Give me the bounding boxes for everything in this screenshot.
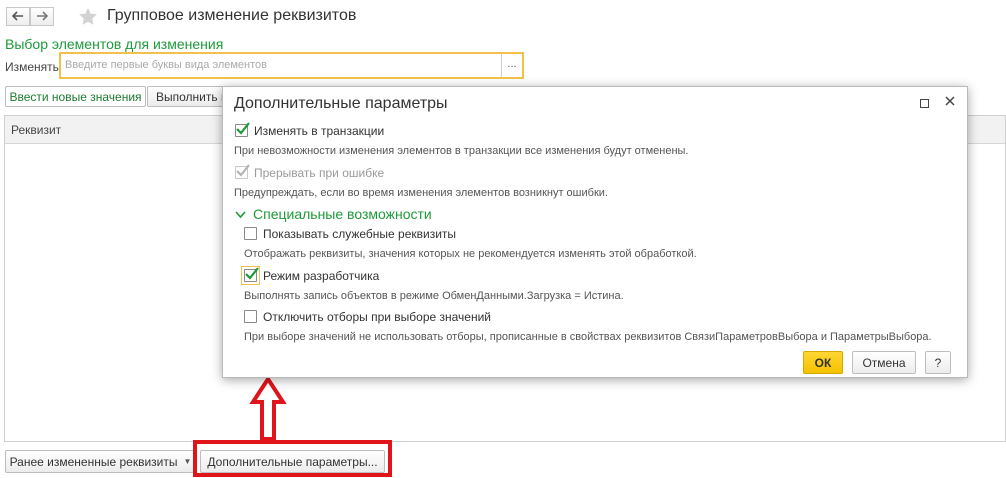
cancel-button[interactable]: Отмена — [852, 351, 916, 374]
column-requisite[interactable]: Реквизит — [11, 123, 61, 137]
dialog-title: Дополнительные параметры — [234, 95, 448, 112]
forward-button[interactable] — [30, 7, 54, 26]
additional-params-button[interactable]: Дополнительные параметры... — [200, 450, 385, 473]
previously-changed-label: Ранее измененные реквизиты — [9, 454, 178, 469]
show-service-hint: Отображать реквизиты, значения которых н… — [244, 248, 697, 260]
section-title: Выбор элементов для изменения — [5, 36, 224, 52]
show-service-checkbox[interactable] — [244, 227, 257, 240]
developer-mode-checkbox[interactable] — [244, 267, 259, 282]
help-button[interactable]: ? — [925, 351, 951, 374]
stop-on-error-checkbox — [235, 164, 250, 179]
maximize-icon[interactable] — [920, 99, 929, 108]
previously-changed-button[interactable]: Ранее измененные реквизиты ▼ — [5, 450, 196, 473]
disable-filters-label[interactable]: Отключить отборы при выборе значений — [263, 310, 491, 324]
stop-on-error-label: Прерывать при ошибке — [254, 166, 385, 180]
chevron-down-icon: ▼ — [183, 457, 192, 466]
tab-enter-new-values[interactable]: Ввести новые значения — [5, 86, 146, 107]
arrow-right-icon — [36, 10, 49, 24]
change-label: Изменять: — [5, 60, 63, 74]
select-button[interactable]: ... — [501, 54, 522, 77]
close-icon[interactable] — [943, 94, 957, 111]
red-arrow-annotation — [249, 376, 287, 441]
window-title: Групповое изменение реквизитов — [107, 7, 357, 24]
checkmark-icon — [236, 122, 250, 135]
developer-mode-hint: Выполнять запись объектов в режиме Обмен… — [244, 290, 624, 302]
element-kind-field[interactable]: Введите первые буквы вида элементов ... — [59, 52, 524, 79]
transaction-hint: При невозможности изменения элементов в … — [234, 145, 689, 157]
disable-filters-checkbox[interactable] — [244, 310, 257, 323]
checkmark-icon — [236, 164, 250, 177]
developer-mode-label[interactable]: Режим разработчика — [263, 269, 379, 283]
chevron-down-icon[interactable] — [235, 208, 246, 222]
search-input[interactable]: Введите первые буквы вида элементов — [65, 59, 267, 71]
show-service-label[interactable]: Показывать служебные реквизиты — [263, 227, 456, 241]
disable-filters-hint: При выборе значений не использовать отбо… — [244, 331, 932, 343]
additional-params-dialog[interactable]: Дополнительные параметры Изменять в тран… — [222, 86, 968, 378]
arrow-left-icon — [11, 10, 24, 24]
transaction-checkbox[interactable] — [235, 122, 250, 137]
special-section-title[interactable]: Специальные возможности — [253, 206, 432, 222]
back-button[interactable] — [6, 7, 30, 26]
transaction-label[interactable]: Изменять в транзакции — [254, 124, 384, 138]
checkmark-icon — [245, 267, 259, 280]
stop-on-error-hint: Предупреждать, если во время изменения э… — [234, 187, 608, 199]
star-icon[interactable] — [78, 7, 98, 29]
ok-button[interactable]: ОК — [803, 351, 843, 374]
